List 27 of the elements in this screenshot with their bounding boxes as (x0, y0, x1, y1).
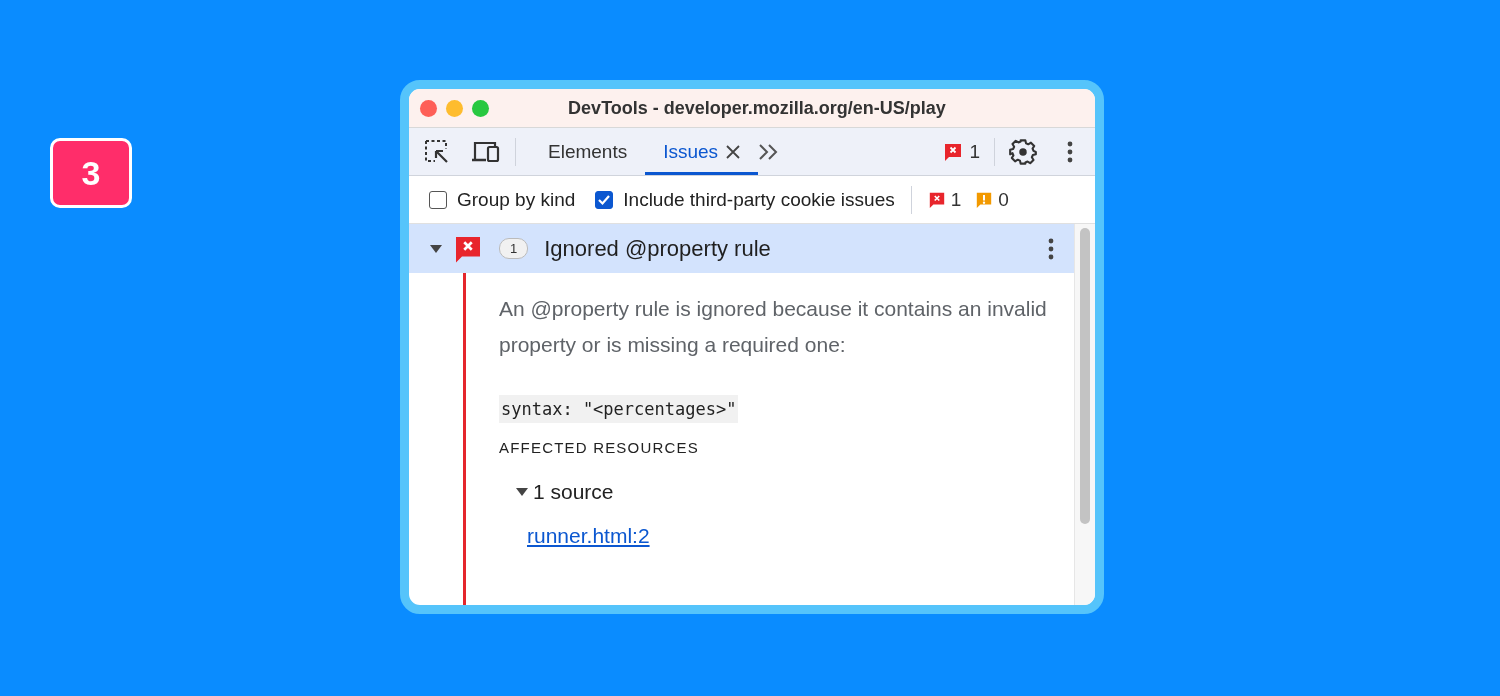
issue-header[interactable]: 1 Ignored @property rule (409, 224, 1074, 273)
checkbox[interactable] (595, 190, 614, 209)
section-heading: AFFECTED RESOURCES (499, 439, 700, 456)
issue-title: Ignored @property rule (544, 235, 772, 262)
source-link[interactable]: runner.html:2 (527, 524, 650, 548)
error-icon (927, 190, 946, 209)
scrollbar-thumb[interactable] (1080, 228, 1090, 524)
error-count: 1 (969, 140, 980, 163)
warning-icon (975, 190, 994, 209)
checkbox[interactable] (429, 190, 447, 209)
more-options-icon[interactable] (1048, 236, 1054, 261)
checkbox-label: Group by kind (457, 188, 576, 211)
error-count: 1 (950, 188, 962, 211)
error-icon (943, 141, 964, 162)
more-options-icon[interactable] (1067, 139, 1073, 164)
code-snippet: syntax: "<percentages>" (499, 395, 739, 423)
checkbox-label: Include third-party cookie issues (623, 188, 895, 211)
source-count: 1 source (533, 480, 614, 504)
window-title: DevTools - developer.mozilla.org/en-US/play (567, 97, 947, 119)
tab[interactable]: Issues (645, 128, 759, 175)
issue-description: An @property rule is ignored because it contains an invalid property or is missing a required one: (499, 296, 1048, 358)
close-icon[interactable] (726, 144, 741, 159)
settings-icon[interactable] (1009, 137, 1037, 166)
warning-count: 0 (998, 188, 1009, 211)
step-badge: 3 (50, 138, 132, 208)
issue-count: 1 (499, 238, 529, 259)
tab[interactable]: Elements (530, 128, 646, 175)
